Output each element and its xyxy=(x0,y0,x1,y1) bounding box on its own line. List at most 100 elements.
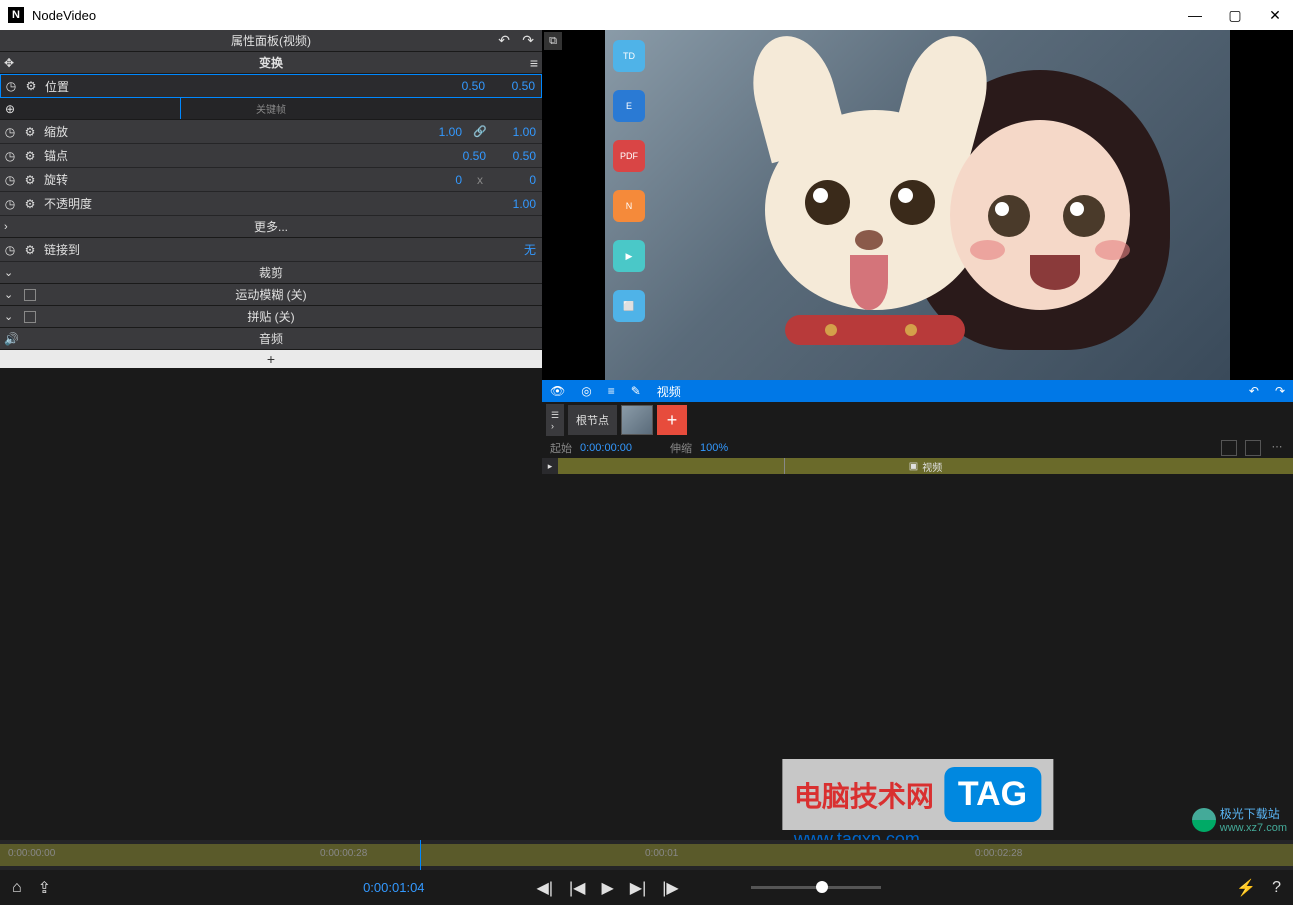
menu-icon[interactable]: ≡ xyxy=(530,55,538,71)
motion-blur-row[interactable]: ⌄ 运动模糊 (关) xyxy=(0,284,542,306)
add-property-button[interactable]: + xyxy=(0,350,542,368)
position-x[interactable]: 0.50 xyxy=(441,79,491,93)
rotation-row[interactable]: ◷ ⚙ 旋转 0 x 0 xyxy=(0,168,542,192)
watermark-2: 极光下载站 www.xz7.com xyxy=(1192,805,1287,834)
gear-icon[interactable]: ⚙ xyxy=(20,149,40,163)
undo-icon[interactable]: ↶ xyxy=(498,32,510,49)
transform-section-header[interactable]: ✥ 变换 ≡ xyxy=(0,52,542,74)
stopwatch-icon[interactable]: ◷ xyxy=(0,173,20,187)
more-label: 更多... xyxy=(254,218,288,235)
option-box-1[interactable] xyxy=(1221,440,1237,456)
scale-row[interactable]: ◷ ⚙ 缩放 1.00 🔗 1.00 xyxy=(0,120,542,144)
link-icon[interactable]: 🔗 xyxy=(468,125,492,138)
node-toolbar-label: 视频 xyxy=(657,383,681,400)
add-node-button[interactable]: + xyxy=(657,405,687,435)
stopwatch-icon[interactable]: ◷ xyxy=(1,79,21,93)
opacity-val[interactable]: 1.00 xyxy=(492,197,542,211)
chevron-down-icon: ⌄ xyxy=(4,288,13,301)
preview-canvas: TDEPDFN▶⬜ xyxy=(605,30,1230,380)
checkbox[interactable] xyxy=(24,289,36,301)
stopwatch-icon[interactable]: ◷ xyxy=(0,149,20,163)
gear-icon[interactable]: ⚙ xyxy=(20,243,40,257)
scale-y[interactable]: 1.00 xyxy=(492,125,542,139)
desktop-icon: N xyxy=(613,190,645,222)
eye-icon[interactable]: 👁 xyxy=(550,384,565,398)
help-icon[interactable]: ? xyxy=(1272,879,1281,897)
option-box-2[interactable] xyxy=(1245,440,1261,456)
current-time[interactable]: 0:00:01:04 xyxy=(363,880,424,895)
preview-area[interactable]: ⧉ TDEPDFN▶⬜ xyxy=(542,30,1293,380)
properties-header: 属性面板(视频) ↶ ↷ xyxy=(0,30,542,52)
redo-icon[interactable]: ↷ xyxy=(1275,384,1285,398)
stopwatch-icon[interactable]: ◷ xyxy=(0,125,20,139)
site2-name: 极光下载站 xyxy=(1220,805,1287,822)
home-icon[interactable]: ⌂ xyxy=(12,879,22,897)
stretch-value[interactable]: 100% xyxy=(700,442,728,454)
play-icon[interactable]: ▶ xyxy=(601,878,613,898)
maximize-button[interactable]: ▢ xyxy=(1225,5,1245,25)
scale-x[interactable]: 1.00 xyxy=(418,125,468,139)
start-label: 起始 xyxy=(550,440,572,456)
skip-forward-icon[interactable]: ▶| xyxy=(630,878,646,898)
prev-frame-icon[interactable]: ◀| xyxy=(537,878,553,898)
redo-icon[interactable]: ↷ xyxy=(522,32,534,49)
crop-row[interactable]: ⌄ 裁剪 xyxy=(0,262,542,284)
move-icon[interactable]: ✥ xyxy=(4,56,14,70)
video-clip[interactable]: ▣ 视频 xyxy=(558,458,1293,474)
stopwatch-icon[interactable]: ◷ xyxy=(0,243,20,257)
chevron-down-icon: ⌄ xyxy=(4,266,13,279)
video-node-thumb[interactable] xyxy=(621,405,653,435)
pencil-icon[interactable]: ✎ xyxy=(631,384,641,398)
flash-icon[interactable]: ⚡ xyxy=(1236,878,1256,898)
link-to-row[interactable]: ◷ ⚙ 链接到 无 xyxy=(0,238,542,262)
start-value[interactable]: 0:00:00:00 xyxy=(580,442,632,454)
export-icon[interactable]: ⇪ xyxy=(38,878,51,898)
ruler-playhead[interactable] xyxy=(420,840,421,870)
checkbox[interactable] xyxy=(24,311,36,323)
add-keyframe-icon[interactable]: ⊕ xyxy=(0,102,20,116)
node-side-button[interactable]: ☰› xyxy=(546,404,564,436)
anchor-row[interactable]: ◷ ⚙ 锚点 0.50 0.50 xyxy=(0,144,542,168)
more-row[interactable]: › 更多... xyxy=(0,216,542,238)
keyframe-playhead[interactable] xyxy=(180,98,181,119)
list-icon[interactable]: ≡ xyxy=(608,384,615,398)
audio-label: 音频 xyxy=(259,330,283,347)
properties-panel: 属性面板(视频) ↶ ↷ ✥ 变换 ≡ ◷ ⚙ 位置 0.50 0.50 ⊕ 关… xyxy=(0,30,542,840)
position-y[interactable]: 0.50 xyxy=(491,79,541,93)
link-to-val[interactable]: 无 xyxy=(492,241,542,258)
track-expand-icon[interactable]: ▸ xyxy=(542,461,558,472)
popout-icon[interactable]: ⧉ xyxy=(544,32,562,50)
undo-icon[interactable]: ↶ xyxy=(1249,384,1259,398)
node-toolbar: 👁 ◎ ≡ ✎ 视频 ↶ ↷ xyxy=(542,380,1293,402)
watermark-tag: TAG xyxy=(944,767,1041,822)
timeline-tracks[interactable]: ▸ ▣ 视频 电脑技术网 www.tagxp.com TAG 极光下载站 www xyxy=(542,458,1293,840)
skip-back-icon[interactable]: |◀ xyxy=(569,878,585,898)
tile-label: 拼贴 (关) xyxy=(247,308,294,325)
keyframe-track[interactable]: ⊕ 关键帧 xyxy=(0,98,542,120)
gear-icon[interactable]: ⚙ xyxy=(20,125,40,139)
app-logo: N xyxy=(8,7,24,23)
gear-icon[interactable]: ⚙ xyxy=(20,173,40,187)
root-node-tab[interactable]: 根节点 xyxy=(568,405,617,435)
anchor-x[interactable]: 0.50 xyxy=(442,149,492,163)
close-button[interactable]: ✕ xyxy=(1265,5,1285,25)
position-row[interactable]: ◷ ⚙ 位置 0.50 0.50 xyxy=(0,74,542,98)
opacity-row[interactable]: ◷ ⚙ 不透明度 1.00 xyxy=(0,192,542,216)
rotation-turns[interactable]: 0 xyxy=(418,173,468,187)
gear-icon[interactable]: ⚙ xyxy=(21,79,41,93)
rotation-deg[interactable]: 0 xyxy=(492,173,542,187)
speaker-icon[interactable]: 🔊 xyxy=(4,332,19,346)
stopwatch-icon[interactable]: ◷ xyxy=(0,197,20,211)
anchor-y[interactable]: 0.50 xyxy=(492,149,542,163)
tile-row[interactable]: ⌄ 拼贴 (关) xyxy=(0,306,542,328)
audio-row[interactable]: 🔊 音频 xyxy=(0,328,542,350)
gear-icon[interactable]: ⚙ xyxy=(20,197,40,211)
next-frame-icon[interactable]: |▶ xyxy=(662,878,678,898)
ruler[interactable]: 0:00:00:00 0:00:00:28 0:00:01 0:00:02:28 xyxy=(0,840,1293,870)
right-panel: ⧉ TDEPDFN▶⬜ 👁 ◎ ≡ xyxy=(542,30,1293,840)
target-icon[interactable]: ◎ xyxy=(581,384,591,398)
zoom-slider[interactable] xyxy=(751,886,881,889)
more-options-icon[interactable]: ⋯ xyxy=(1269,440,1285,456)
minimize-button[interactable]: — xyxy=(1185,5,1205,25)
clip-label: 视频 xyxy=(922,459,942,474)
